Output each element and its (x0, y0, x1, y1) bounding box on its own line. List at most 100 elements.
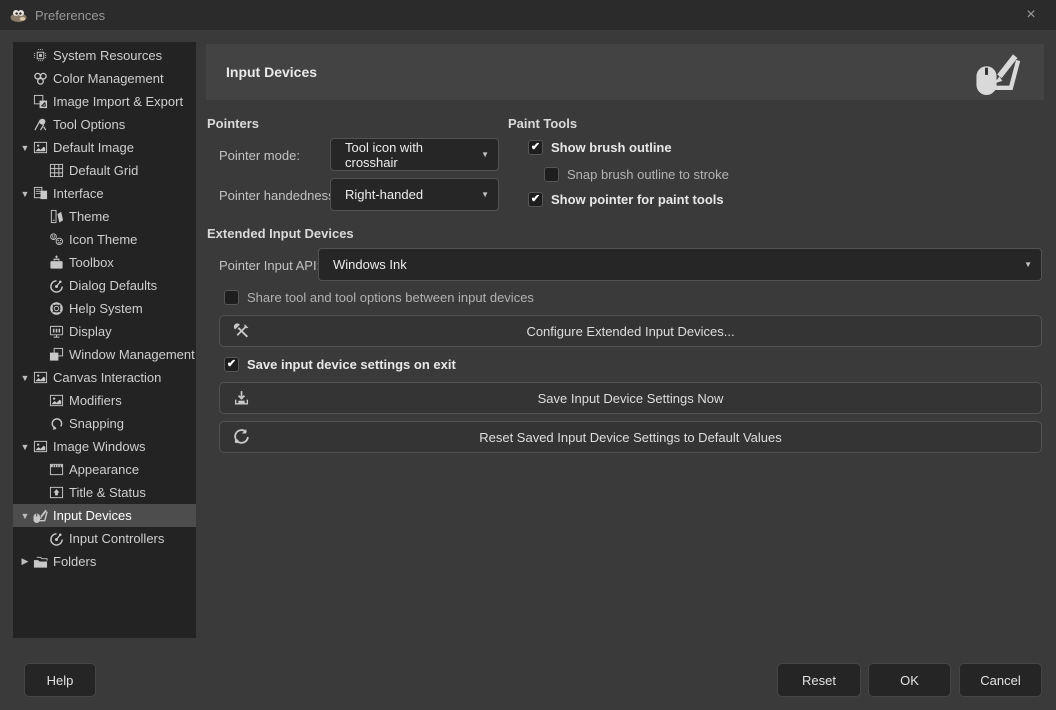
checkbox-icon[interactable] (224, 357, 239, 372)
sidebar-item-label: Title & Status (69, 485, 146, 500)
sidebar-item-label: Input Controllers (69, 531, 164, 546)
sidebar-item-display[interactable]: Display (13, 320, 196, 343)
snap-icon (49, 416, 64, 431)
revert-icon (233, 429, 250, 446)
folders-icon (33, 554, 48, 569)
sidebar-item-tool-options[interactable]: Tool Options (13, 113, 196, 136)
pointer-mode-select[interactable]: Tool icon with crosshair ▼ (330, 138, 499, 171)
cancel-button-label: Cancel (980, 673, 1020, 688)
expander-down-icon[interactable]: ▼ (17, 442, 33, 452)
expander-down-icon[interactable]: ▼ (17, 143, 33, 153)
show-pointer-for-paint-tools-checkbox[interactable]: Show pointer for paint tools (528, 192, 724, 207)
expander-right-icon[interactable]: ▶ (17, 556, 33, 567)
cancel-button[interactable]: Cancel (959, 663, 1042, 697)
pointer-input-api-value: Windows Ink (333, 257, 407, 272)
sidebar-item-appearance[interactable]: Appearance (13, 458, 196, 481)
sidebar-item-canvas-interaction[interactable]: ▼ Canvas Interaction (13, 366, 196, 389)
configure-extended-input-devices-button[interactable]: Configure Extended Input Devices... (219, 315, 1042, 347)
sidebar-item-image-windows[interactable]: ▼Image Windows (13, 435, 196, 458)
sidebar-item-label: Toolbox (69, 255, 114, 270)
sidebar-item-theme[interactable]: Theme (13, 205, 196, 228)
sidebar-item-icon-theme[interactable]: Icon Theme (13, 228, 196, 251)
sidebar-item-label: Folders (53, 554, 96, 569)
chevron-down-icon: ▼ (481, 190, 489, 199)
sidebar-item-label: Dialog Defaults (69, 278, 157, 293)
extended-input-devices-heading: Extended Input Devices (207, 226, 354, 241)
save-settings-on-exit-checkbox[interactable]: Save input device settings on exit (224, 357, 456, 372)
pointer-input-api-label: Pointer Input API: (219, 258, 320, 273)
configure-button-label: Configure Extended Input Devices... (526, 324, 734, 339)
sidebar-item-default-image[interactable]: ▼ Default Image (13, 136, 196, 159)
checkbox-icon[interactable] (528, 140, 543, 155)
sidebar-item-snapping[interactable]: Snapping (13, 412, 196, 435)
sidebar-item-window-management[interactable]: Window Management (13, 343, 196, 366)
sidebar-item-default-grid[interactable]: Default Grid (13, 159, 196, 182)
title-status-icon (49, 485, 64, 500)
save-icon (233, 390, 250, 407)
sidebar-item-label: Tool Options (53, 117, 125, 132)
sidebar-item-label: Interface (53, 186, 104, 201)
input-devices-icon (972, 49, 1024, 95)
show-brush-outline-checkbox[interactable]: Show brush outline (528, 140, 672, 155)
paint-tools-heading: Paint Tools (508, 116, 577, 131)
sidebar-item-label: Canvas Interaction (53, 370, 161, 385)
sidebar-item-color-management[interactable]: Color Management (13, 67, 196, 90)
help-button-label: Help (47, 673, 74, 688)
save-input-device-settings-now-button[interactable]: Save Input Device Settings Now (219, 382, 1042, 414)
interface-icon (33, 186, 48, 201)
theme-icon (49, 209, 64, 224)
save-settings-on-exit-label: Save input device settings on exit (247, 357, 456, 372)
appearance-icon (49, 462, 64, 477)
expander-down-icon[interactable]: ▼ (17, 511, 33, 521)
sidebar-item-title-status[interactable]: Title & Status (13, 481, 196, 504)
sidebar-item-label: Display (69, 324, 112, 339)
pointer-mode-label: Pointer mode: (219, 148, 300, 163)
help-button[interactable]: Help (24, 663, 96, 697)
reset-button[interactable]: Reset (777, 663, 861, 697)
sidebar-item-input-devices[interactable]: ▼ Input Devices (13, 504, 196, 527)
gauge-icon (49, 278, 64, 293)
pointers-heading: Pointers (207, 116, 259, 131)
share-tool-options-checkbox[interactable]: Share tool and tool options between inpu… (224, 290, 534, 305)
sidebar-item-folders[interactable]: ▶ Folders (13, 550, 196, 573)
sidebar-item-label: Input Devices (53, 508, 132, 523)
reset-button-label: Reset (802, 673, 836, 688)
ok-button[interactable]: OK (868, 663, 951, 697)
sidebar-item-dialog-defaults[interactable]: Dialog Defaults (13, 274, 196, 297)
sidebar-item-label: Default Grid (69, 163, 138, 178)
chevron-down-icon: ▼ (481, 150, 489, 159)
checkbox-icon[interactable] (544, 167, 559, 182)
expander-down-icon[interactable]: ▼ (17, 189, 33, 199)
sidebar-item-help-system[interactable]: Help System (13, 297, 196, 320)
snap-brush-outline-to-stroke-checkbox[interactable]: Snap brush outline to stroke (544, 167, 729, 182)
wrench-screwdriver-icon (233, 323, 250, 340)
image-icon (33, 439, 48, 454)
chevron-down-icon: ▼ (1024, 260, 1032, 269)
pointer-handedness-select[interactable]: Right-handed ▼ (330, 178, 499, 211)
sidebar-item-label: Snapping (69, 416, 124, 431)
smiley-icon (49, 232, 64, 247)
sidebar-item-modifiers[interactable]: Modifiers (13, 389, 196, 412)
sidebar-item-interface[interactable]: ▼ Interface (13, 182, 196, 205)
input-icon (33, 508, 48, 523)
sidebar-tree: System ResourcesColor Management Image Im… (13, 42, 196, 638)
sidebar-item-input-controllers[interactable]: Input Controllers (13, 527, 196, 550)
show-brush-outline-label: Show brush outline (551, 140, 672, 155)
expander-down-icon[interactable]: ▼ (17, 373, 33, 383)
sidebar-item-toolbox[interactable]: Toolbox (13, 251, 196, 274)
pointer-input-api-select[interactable]: Windows Ink ▼ (318, 248, 1042, 281)
pointer-handedness-label: Pointer handedness: (219, 188, 338, 203)
checkbox-icon[interactable] (224, 290, 239, 305)
sidebar-item-system-resources[interactable]: System Resources (13, 44, 196, 67)
app-icon (10, 9, 27, 22)
reset-saved-input-device-settings-button[interactable]: Reset Saved Input Device Settings to Def… (219, 421, 1042, 453)
sidebar-item-label: Image Import & Export (53, 94, 183, 109)
checkbox-icon[interactable] (528, 192, 543, 207)
close-icon[interactable]: × (1016, 0, 1046, 30)
sidebar-item-image-import-export[interactable]: Image Import & Export (13, 90, 196, 113)
snap-brush-outline-to-stroke-label: Snap brush outline to stroke (567, 167, 729, 182)
image-icon (33, 140, 48, 155)
titlebar: Preferences × (0, 0, 1056, 30)
sidebar-item-label: Default Image (53, 140, 134, 155)
toolbox-icon (49, 255, 64, 270)
